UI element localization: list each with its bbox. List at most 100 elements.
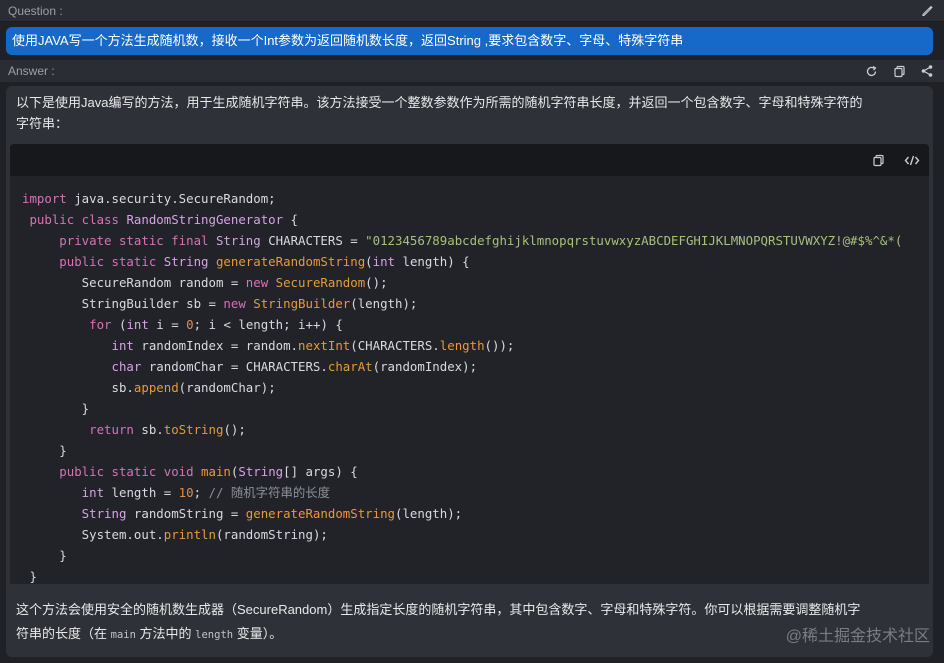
question-text: 使用JAVA写一个方法生成随机数，接收一个Int参数为返回随机数长度，返回Str… — [12, 33, 684, 48]
code-line: public static void main(String[] args) { — [22, 461, 358, 482]
code-token: } — [22, 443, 67, 458]
code-token: ( — [111, 317, 127, 332]
code-line: public static String generateRandomStrin… — [22, 251, 470, 272]
code-token: public static void — [22, 464, 202, 479]
code-token: } — [22, 569, 37, 584]
copy-icon[interactable] — [869, 151, 887, 169]
code-line: SecureRandom random = new SecureRandom()… — [22, 272, 388, 293]
code-token: for — [22, 317, 112, 332]
code-token: (length); — [350, 296, 418, 311]
code-token: return — [22, 422, 134, 437]
code-token: (randomString); — [215, 527, 328, 542]
intro-line-2: 字符串： — [16, 116, 69, 131]
code-token: ( — [365, 254, 373, 269]
pencil-icon[interactable] — [918, 2, 936, 20]
watermark: @稀土掘金技术社区 — [785, 628, 930, 645]
answer-intro: 以下是使用Java编写的方法，用于生成随机字符串。该方法接受一个整数参数作为所需… — [16, 92, 930, 134]
code-token: i = — [148, 317, 187, 332]
copy-icon[interactable] — [890, 62, 908, 80]
intro-line-1: 以下是使用Java编写的方法，用于生成随机字符串。该方法接受一个整数参数作为所需… — [16, 95, 863, 110]
code-token: (length); — [395, 506, 463, 521]
code-token: int — [22, 485, 105, 500]
code-line: return sb.toString(); — [22, 419, 246, 440]
code-line: int length = 10; // 随机字符串的长度 — [22, 482, 330, 503]
code-line: System.out.println(randomString); — [22, 524, 328, 545]
code-token: StringBuilder — [253, 296, 351, 311]
code-line: import java.security.SecureRandom; — [22, 188, 276, 209]
code-line: for (int i = 0; i < length; i++) { — [22, 314, 343, 335]
code-line: } — [22, 440, 67, 461]
code-token: [] args) { — [283, 464, 358, 479]
code-token: ; — [193, 485, 209, 500]
question-header: Question : — [0, 0, 944, 22]
code-line: char randomChar = CHARACTERS.charAt(rand… — [22, 356, 478, 377]
code-token: import — [22, 191, 67, 206]
code-token: append — [133, 380, 179, 395]
code-token: new — [245, 275, 276, 290]
code-token: generateRandomString — [215, 254, 366, 269]
code-token: } — [22, 548, 67, 563]
code-token: int — [22, 338, 134, 353]
code-token: charAt — [327, 359, 373, 374]
code-token: length — [439, 338, 485, 353]
code-token: generateRandomString — [245, 506, 395, 521]
code-token: CHARACTERS = — [260, 233, 366, 248]
code-token: length = — [104, 485, 179, 500]
code-line: sb.append(randomChar); — [22, 377, 276, 398]
code-token: randomIndex = random. — [133, 338, 299, 353]
inline-code-length: length — [195, 629, 234, 641]
code-token: System.out. — [22, 527, 164, 542]
code-token: length) { — [395, 254, 470, 269]
code-token: 0 — [186, 317, 194, 332]
code-block-header — [10, 144, 929, 176]
code-line: int randomIndex = random.nextInt(CHARACT… — [22, 335, 515, 356]
code-token: public class — [22, 212, 127, 227]
outro-text-a: 符串的长度（在 — [16, 626, 111, 641]
code-token: sb. — [22, 380, 134, 395]
code-line: private static final String CHARACTERS =… — [22, 230, 902, 251]
code-line: String randomString = generateRandomStri… — [22, 503, 462, 524]
question-bubble: 使用JAVA写一个方法生成随机数，接收一个Int参数为返回随机数长度，返回Str… — [6, 27, 933, 55]
code-token: String — [163, 254, 216, 269]
code-line: StringBuilder sb = new StringBuilder(len… — [22, 293, 418, 314]
code-token: // 随机字符串的长度 — [208, 485, 331, 500]
code-token: RandomStringGenerator — [126, 212, 284, 227]
code-token: SecureRandom random = — [22, 275, 246, 290]
code-token: int — [372, 254, 396, 269]
inline-code-main: main — [110, 629, 136, 641]
code-token: (randomIndex); — [372, 359, 478, 374]
code-token: (randomChar); — [178, 380, 276, 395]
code-token: println — [163, 527, 216, 542]
code-token: main — [201, 464, 231, 479]
code-token: (CHARACTERS. — [350, 338, 440, 353]
question-label: Question : — [8, 3, 63, 18]
answer-label: Answer : — [8, 64, 55, 78]
code-token: ()); — [484, 338, 515, 353]
code-icon[interactable] — [903, 151, 921, 169]
code-line: } — [22, 545, 67, 566]
code-token: { — [283, 212, 299, 227]
code-token: (); — [365, 275, 388, 290]
code-block: import java.security.SecureRandom; publi… — [10, 176, 929, 584]
code-line: } — [22, 566, 37, 584]
code-token: } — [22, 401, 90, 416]
code-token: String — [22, 506, 127, 521]
refresh-icon[interactable] — [862, 62, 880, 80]
code-token: "0123456789abcdefghijklmnopqrstuvwxyzABC… — [365, 233, 903, 248]
code-token: randomChar = CHARACTERS. — [141, 359, 328, 374]
code-token: String — [238, 464, 284, 479]
code-line: public class RandomStringGenerator { — [22, 209, 298, 230]
share-icon[interactable] — [918, 62, 936, 80]
code-token: public static — [22, 254, 164, 269]
code-token: 10 — [178, 485, 194, 500]
code-token: toString — [163, 422, 224, 437]
outro-line-1: 这个方法会使用安全的随机数生成器（SecureRandom）生成指定长度的随机字… — [16, 602, 861, 617]
code-line: } — [22, 398, 89, 419]
code-token: private static final — [22, 233, 216, 248]
code-token: sb. — [133, 422, 164, 437]
code-token: new — [223, 296, 254, 311]
code-token: String — [215, 233, 261, 248]
code-token: java.security.SecureRandom; — [66, 191, 276, 206]
answer-header: Answer : — [0, 60, 944, 82]
code-token: SecureRandom — [275, 275, 366, 290]
